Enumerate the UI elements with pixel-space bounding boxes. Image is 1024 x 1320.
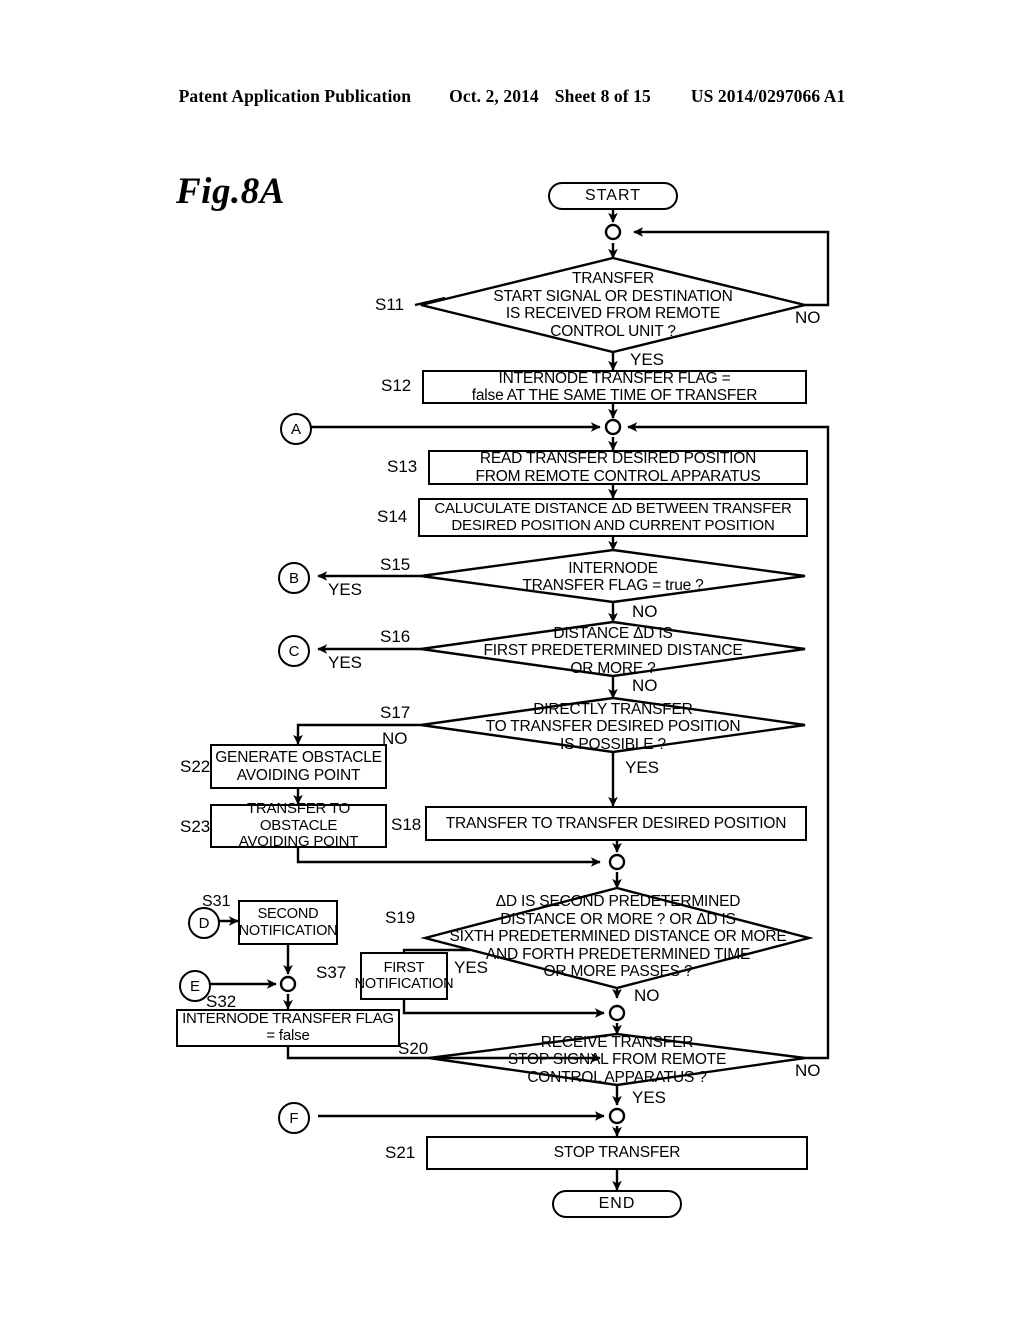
flowchart-connector-lines — [207, 210, 830, 1191]
step-label-s18: S18 — [391, 815, 422, 834]
connector-a: A — [280, 413, 312, 445]
terminator-end: END — [552, 1190, 682, 1218]
connector-e: E — [179, 970, 211, 1002]
diamond-s11 — [420, 256, 806, 354]
step-label-s12: S12 — [381, 376, 412, 395]
process-s21: STOP TRANSFER — [426, 1136, 808, 1170]
branch-label-s19-no: NO — [634, 986, 660, 1005]
process-s13: READ TRANSFER DESIRED POSITION FROM REMO… — [428, 450, 808, 485]
terminator-start: START — [548, 182, 678, 210]
wire-s37-to-junction — [402, 1000, 605, 1018]
step-label-s19: S19 — [385, 908, 416, 927]
terminator-end-label: END — [598, 1195, 636, 1212]
process-s22: GENERATE OBSTACLE AVOIDING POINT — [210, 744, 387, 789]
branch-label-s19-yes: YES — [454, 958, 489, 977]
wire-s11-no-return — [633, 227, 830, 307]
connector-f: F — [278, 1102, 310, 1134]
step-label-s17: S17 — [380, 703, 411, 722]
step-label-s21: S21 — [385, 1143, 416, 1162]
process-s32: INTERNODE TRANSFER FLAG = false — [176, 1009, 400, 1047]
step-label-s11: S11 — [375, 295, 404, 314]
connector-c: C — [278, 635, 310, 667]
branch-label-s15-yes: YES — [328, 580, 363, 599]
process-s31: SECOND NOTIFICATION — [238, 900, 338, 945]
branch-label-s16-no: NO — [632, 676, 658, 695]
step-label-s14: S14 — [377, 507, 408, 526]
junction-dot-s18 — [608, 853, 626, 871]
step-label-s15: S15 — [380, 555, 411, 574]
junction-dot-a — [604, 418, 622, 436]
process-s23: TRANSFER TO OBSTACLE AVOIDING POINT — [210, 800, 387, 850]
junction-dot-top — [604, 223, 622, 241]
junction-dot-e — [279, 975, 297, 993]
step-label-s32: S32 — [206, 992, 237, 1011]
process-s12: INTERNODE TRANSFER FLAG = false AT THE S… — [422, 370, 807, 404]
diamond-s20 — [428, 1032, 806, 1087]
branch-label-s11-no: NO — [795, 308, 821, 327]
diamond-s15 — [420, 548, 806, 604]
branch-label-s11-yes: YES — [630, 350, 665, 369]
process-s18: TRANSFER TO TRANSFER DESIRED POSITION — [425, 806, 807, 841]
diamond-s16 — [420, 620, 806, 678]
step-label-s20: S20 — [398, 1039, 429, 1058]
branch-label-s20-yes: YES — [632, 1088, 667, 1107]
branch-label-s17-yes: YES — [625, 758, 660, 777]
step-label-s22: S22 — [180, 757, 211, 776]
process-s14: CALUCULATE DISTANCE ΔD BETWEEN TRANSFER … — [418, 498, 808, 537]
step-label-s16: S16 — [380, 627, 411, 646]
branch-label-s20-no: NO — [795, 1061, 821, 1080]
branch-label-s15-no: NO — [632, 602, 658, 621]
branch-label-s17-no: NO — [382, 729, 408, 748]
branch-label-s16-yes: YES — [328, 653, 363, 672]
step-label-s23: S23 — [180, 817, 211, 836]
step-label-s13: S13 — [387, 457, 418, 476]
step-label-s37: S37 — [316, 963, 347, 982]
connector-b: B — [278, 562, 310, 594]
junction-dot-s37 — [608, 1004, 626, 1022]
junction-dot-f — [608, 1107, 626, 1125]
connector-d: D — [188, 907, 220, 939]
process-s37: FIRST NOTIFICATION — [355, 952, 454, 1000]
terminator-start-label: START — [585, 187, 641, 204]
diamond-s17 — [420, 696, 806, 754]
patent-drawing-page: Patent Application Publication Oct. 2, 20… — [0, 0, 1024, 1320]
